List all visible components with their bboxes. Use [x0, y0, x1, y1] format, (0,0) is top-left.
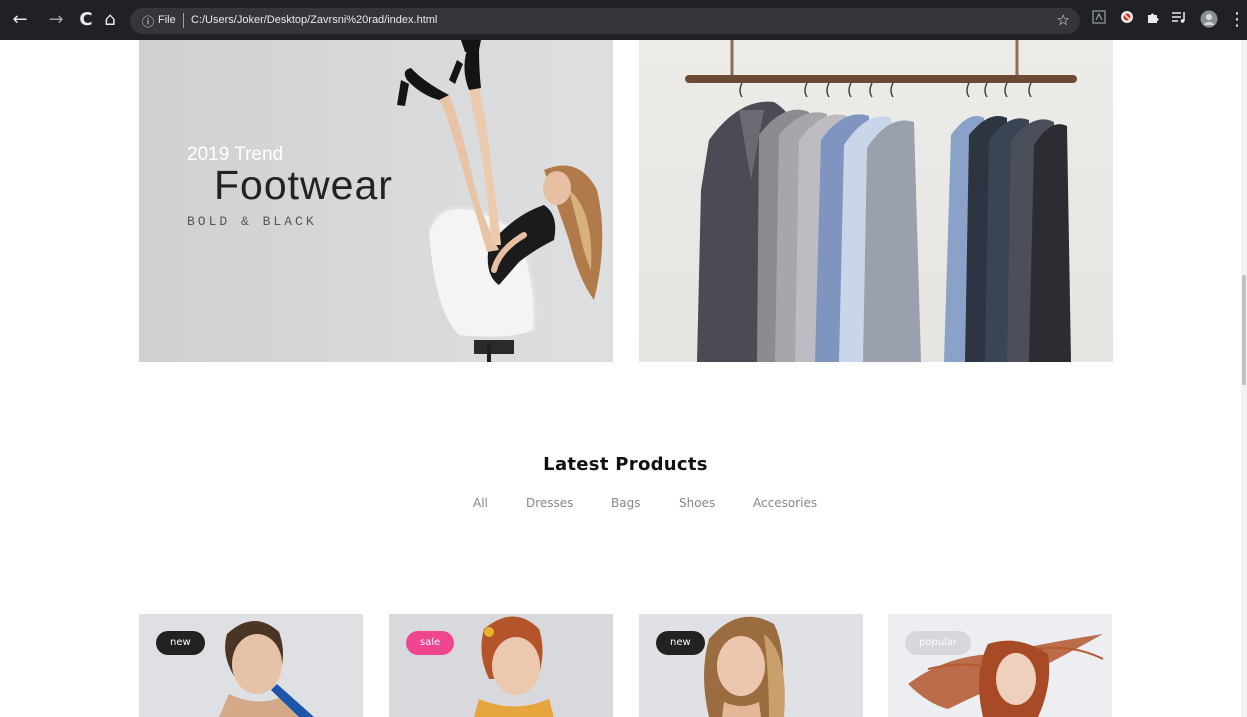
- product-image: [474, 616, 554, 717]
- home-icon[interactable]: ⌂: [98, 8, 122, 32]
- product-filters: All Dresses Bags Shoes Accesories: [0, 496, 1247, 514]
- product-card[interactable]: popular: [888, 614, 1112, 717]
- forward-icon[interactable]: →: [44, 8, 68, 32]
- product-card[interactable]: sale: [389, 614, 613, 717]
- puzzle-extension-icon[interactable]: [1144, 10, 1162, 28]
- block-extension-icon[interactable]: [1118, 10, 1136, 28]
- product-image: [704, 616, 785, 717]
- banner-title: Footwear: [214, 162, 393, 208]
- product-badge: new: [656, 631, 705, 655]
- clothing-rack-banner[interactable]: [639, 40, 1113, 362]
- address-bar[interactable]: ⓘ File C:/Users/Joker/Desktop/Zavrsni%20…: [130, 8, 1080, 34]
- product-card[interactable]: new: [139, 614, 363, 717]
- filter-shoes[interactable]: Shoes: [679, 496, 715, 510]
- reload-icon[interactable]: C: [74, 8, 98, 32]
- product-badge: popular: [905, 631, 972, 655]
- clothing-rack-image: [685, 40, 1077, 362]
- latest-products-heading: Latest Products: [543, 454, 708, 475]
- url-text[interactable]: C:/Users/Joker/Desktop/Zavrsni%20rad/ind…: [191, 14, 437, 26]
- filter-accesories[interactable]: Accesories: [753, 496, 817, 510]
- banner-subtitle: BOLD & BLACK: [187, 214, 317, 229]
- filter-bags[interactable]: Bags: [611, 496, 640, 510]
- back-icon[interactable]: ←: [8, 8, 32, 32]
- product-badge: new: [156, 631, 205, 655]
- product-image: [219, 620, 314, 717]
- pdf-extension-icon[interactable]: [1090, 10, 1108, 28]
- browser-toolbar: ← → C ⌂ ⓘ File C:/Users/Joker/Desktop/Za…: [0, 0, 1247, 40]
- product-card[interactable]: new: [639, 614, 863, 717]
- filter-all[interactable]: All: [473, 496, 488, 510]
- footwear-banner[interactable]: 2019 Trend Footwear BOLD & BLACK: [139, 40, 613, 362]
- product-image: [908, 634, 1104, 717]
- product-badge: sale: [406, 631, 455, 655]
- filter-dresses[interactable]: Dresses: [526, 496, 573, 510]
- address-divider: [183, 13, 184, 28]
- file-label: File: [158, 14, 176, 26]
- scrollbar-thumb[interactable]: [1242, 275, 1246, 385]
- profile-avatar[interactable]: [1200, 10, 1218, 28]
- menu-icon[interactable]: ⋮: [1228, 8, 1246, 32]
- info-icon[interactable]: ⓘ: [142, 13, 154, 30]
- playlist-icon[interactable]: [1170, 10, 1188, 28]
- bookmark-star-icon[interactable]: ☆: [1057, 11, 1070, 29]
- page-scrollbar[interactable]: [1241, 40, 1247, 717]
